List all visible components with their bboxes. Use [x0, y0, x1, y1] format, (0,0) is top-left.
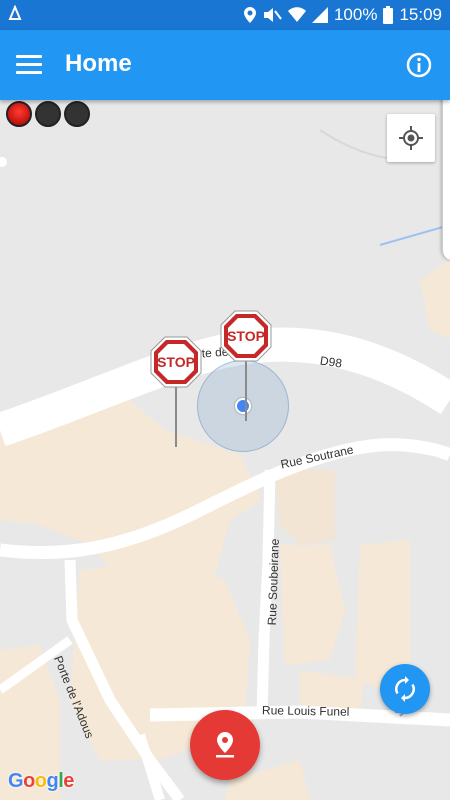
red-light-icon — [6, 101, 32, 127]
stop-marker[interactable]: STOP — [219, 309, 273, 421]
my-location-icon — [399, 126, 423, 150]
traffic-light-indicator — [6, 101, 90, 127]
wifi-icon — [287, 7, 306, 23]
location-status-icon — [243, 7, 256, 23]
mute-icon — [262, 7, 282, 23]
app-bar: Home — [0, 30, 450, 100]
status-bar: 100% 15:09 — [0, 0, 450, 30]
battery-icon — [383, 6, 394, 24]
pin-drop-icon — [216, 732, 234, 758]
stop-sign-label: STOP — [227, 328, 265, 344]
stop-marker[interactable]: STOP — [149, 335, 203, 447]
clock: 15:09 — [399, 5, 442, 24]
sync-icon — [395, 676, 415, 702]
page-title: Home — [65, 50, 132, 77]
battery-percent: 100% — [333, 5, 378, 24]
stop-sign-label: STOP — [157, 354, 195, 370]
refresh-button[interactable] — [380, 664, 430, 714]
svg-text:Google: Google — [8, 770, 74, 792]
map-view[interactable]: ute de nes D98 Rue Soutrane Rue Soubeira… — [0, 100, 450, 800]
info-button[interactable] — [404, 50, 434, 80]
drawer-handle[interactable] — [442, 100, 450, 260]
my-location-button[interactable] — [387, 114, 435, 162]
notification-icon — [8, 5, 22, 21]
signal-icon — [311, 7, 328, 23]
google-logo: Google — [8, 767, 78, 799]
menu-button[interactable] — [14, 51, 44, 79]
green-light-icon — [64, 101, 90, 127]
hamburger-icon — [14, 55, 44, 74]
amber-light-icon — [35, 101, 61, 127]
street-label-d98: D98 — [319, 353, 343, 371]
info-icon — [406, 52, 432, 78]
street-label-rue-louis-funel: Rue Louis Funel — [261, 703, 350, 719]
add-marker-button[interactable] — [190, 710, 260, 780]
